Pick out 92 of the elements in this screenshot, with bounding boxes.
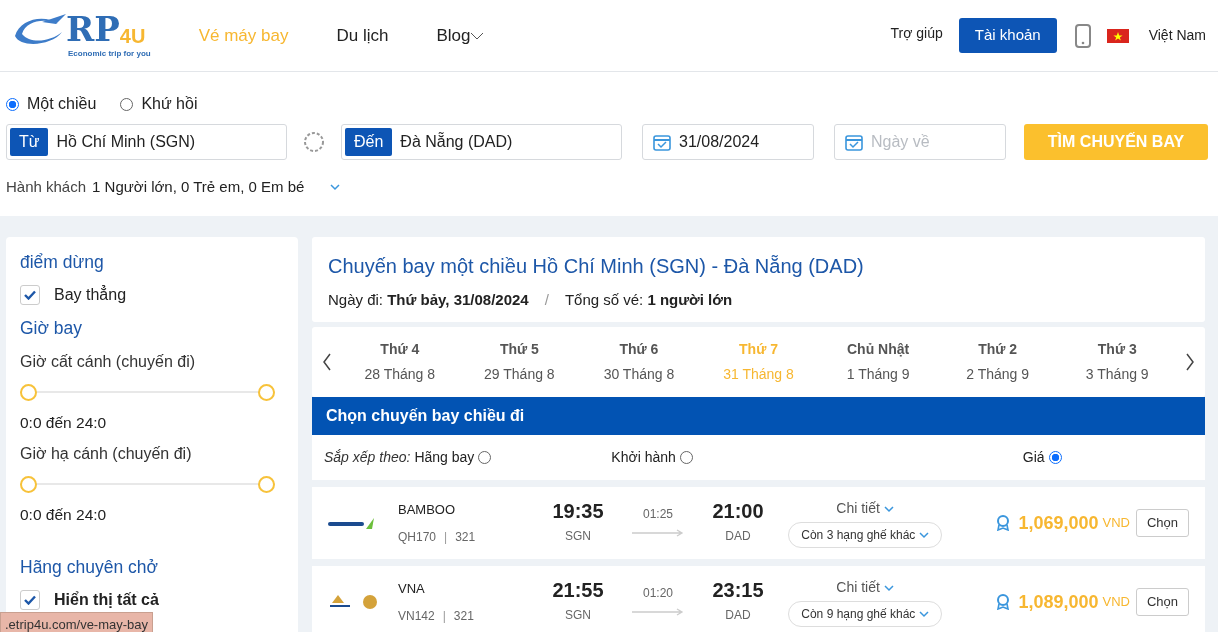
aircraft-type: 321: [453, 607, 474, 625]
airport-field[interactable]: Từ Hồ Chí Minh (SGN): [6, 124, 287, 160]
airport-code: SGN: [564, 528, 592, 545]
filter-heading: điểm dừng: [20, 251, 105, 274]
flag-icon: [1106, 28, 1129, 43]
flight-code: VN142: [398, 607, 435, 625]
logo-text: RP: [66, 11, 120, 46]
checkbox-row[interactable]: Hiển thị tất cả: [20, 588, 284, 613]
airport-code: DAD: [724, 607, 752, 624]
departure-time: 19:35: [551, 501, 605, 521]
award-icon: [996, 515, 1011, 531]
chevron-down-icon: [918, 532, 929, 540]
separator: |: [444, 528, 448, 546]
nav-link[interactable]: Blog: [436, 22, 485, 49]
slider-handle[interactable]: [20, 475, 37, 493]
slider-reading: 0:0 đến 24:0: [20, 412, 108, 433]
arrival-time: 23:15: [711, 580, 765, 600]
flight-duration: 01:25: [642, 506, 674, 523]
date-tab[interactable]: Thứ 5 29 Tháng 8: [459, 339, 580, 385]
chevron-down-icon: [883, 584, 894, 592]
price: 1,089,000: [1018, 590, 1099, 614]
date-field[interactable]: 31/08/2024: [642, 124, 814, 160]
swoosh-icon: [12, 11, 66, 46]
chevron-right-icon: [1185, 353, 1195, 371]
date-tab[interactable]: Thứ 2 2 Tháng 9: [937, 339, 1058, 385]
slider-handle[interactable]: [258, 383, 275, 401]
select-button[interactable]: Chọn: [1135, 509, 1189, 537]
check-icon: [24, 290, 36, 301]
chevron-down-icon: [330, 183, 341, 191]
details-link[interactable]: Chi tiết: [836, 498, 894, 519]
filter-heading: Hãng chuyên chở: [20, 556, 159, 579]
calendar-icon: [653, 133, 671, 151]
nav-link[interactable]: Du lịch: [336, 22, 389, 49]
arrival-time: 21:00: [711, 501, 765, 521]
date-summary: Ngày đi: Thứ bảy, 31/08/2024: [328, 290, 529, 310]
account-button[interactable]: Tài khoản: [958, 18, 1057, 53]
select-button[interactable]: Chọn: [1135, 588, 1189, 616]
checkbox-row[interactable]: Bay thẳng: [20, 283, 284, 308]
sort-option[interactable]: Hãng bay: [414, 447, 492, 468]
airline-name: BAMBOO: [398, 501, 457, 520]
slider-label: Giờ cất cánh (chuyến đi): [20, 351, 196, 372]
arrow-icon: [631, 528, 685, 537]
departure-time: 21:55: [551, 580, 605, 600]
trip-type-radio[interactable]: Khứ hồi: [120, 92, 198, 116]
sort-option[interactable]: Khởi hành: [611, 447, 693, 468]
fare-classes-button[interactable]: Còn 3 hạng ghế khác: [788, 522, 942, 548]
language-label[interactable]: Việt Nam: [1148, 25, 1206, 46]
filter-heading: Giờ bay: [20, 317, 84, 341]
ticket-summary: Tổng số vé: 1 người lớn: [564, 290, 733, 310]
airport-code: DAD: [724, 528, 752, 545]
slider-reading: 0:0 đến 24:0: [20, 504, 108, 525]
details-link[interactable]: Chi tiết: [836, 577, 894, 598]
currency: VND: [1102, 593, 1130, 612]
flight-code: QH170: [398, 528, 437, 546]
chevron-down-icon: [883, 505, 894, 513]
swap-icon: [303, 131, 325, 153]
status-bar-url: .etrip4u.com/ve-may-bay: [0, 611, 154, 632]
slider-label: Giờ hạ cánh (chuyến đi): [20, 443, 193, 464]
separator: /: [544, 290, 549, 310]
results-title: Chuyến bay một chiều Hồ Chí Minh (SGN) - Đà Nẵng (DAD): [328, 254, 865, 279]
fare-classes-button[interactable]: Còn 9 hạng ghế khác: [788, 601, 942, 627]
flight-duration: 01:20: [642, 585, 674, 602]
slider-handle[interactable]: [258, 475, 275, 493]
currency: VND: [1102, 514, 1130, 533]
date-tab[interactable]: Thứ 4 28 Tháng 8: [340, 339, 460, 385]
airport-code: SGN: [564, 607, 592, 624]
logo-tagline: Economic trip for you: [68, 47, 151, 60]
check-icon: [24, 595, 36, 606]
help-link[interactable]: Trợ giúp: [890, 23, 943, 44]
aircraft-type: 321: [455, 528, 476, 546]
trip-type-radio[interactable]: Một chiều: [6, 92, 97, 116]
arrow-icon: [631, 607, 685, 616]
slider-handle[interactable]: [20, 383, 37, 401]
passengers-label: Hành khách: [6, 177, 87, 197]
chevron-left-icon: [322, 353, 332, 371]
date-tab[interactable]: Chủ Nhật 1 Tháng 9: [818, 339, 938, 385]
logo-accent: 4U: [119, 25, 146, 46]
phone-icon: [1074, 23, 1091, 48]
airport-field[interactable]: Đến Đà Nẵng (DAD): [341, 124, 622, 160]
passengers-value[interactable]: 1 Người lớn, 0 Trẻ em, 0 Em bé: [92, 176, 305, 199]
calendar-icon: [845, 133, 863, 151]
separator: |: [442, 607, 446, 625]
airline-name: VNA: [398, 580, 426, 599]
date-tab[interactable]: Thứ 3 3 Tháng 9: [1057, 339, 1178, 385]
section-header: Chọn chuyến bay chiều đi: [312, 397, 1205, 435]
sort-label: Sắp xếp theo:: [324, 448, 411, 467]
award-icon: [996, 594, 1011, 610]
chevron-down-icon: [918, 611, 929, 619]
airline-logo-icon: [328, 593, 380, 612]
sort-option[interactable]: Giá: [1022, 447, 1062, 468]
date-tab[interactable]: Thứ 6 30 Tháng 8: [579, 339, 699, 385]
price: 1,069,000: [1018, 511, 1099, 535]
